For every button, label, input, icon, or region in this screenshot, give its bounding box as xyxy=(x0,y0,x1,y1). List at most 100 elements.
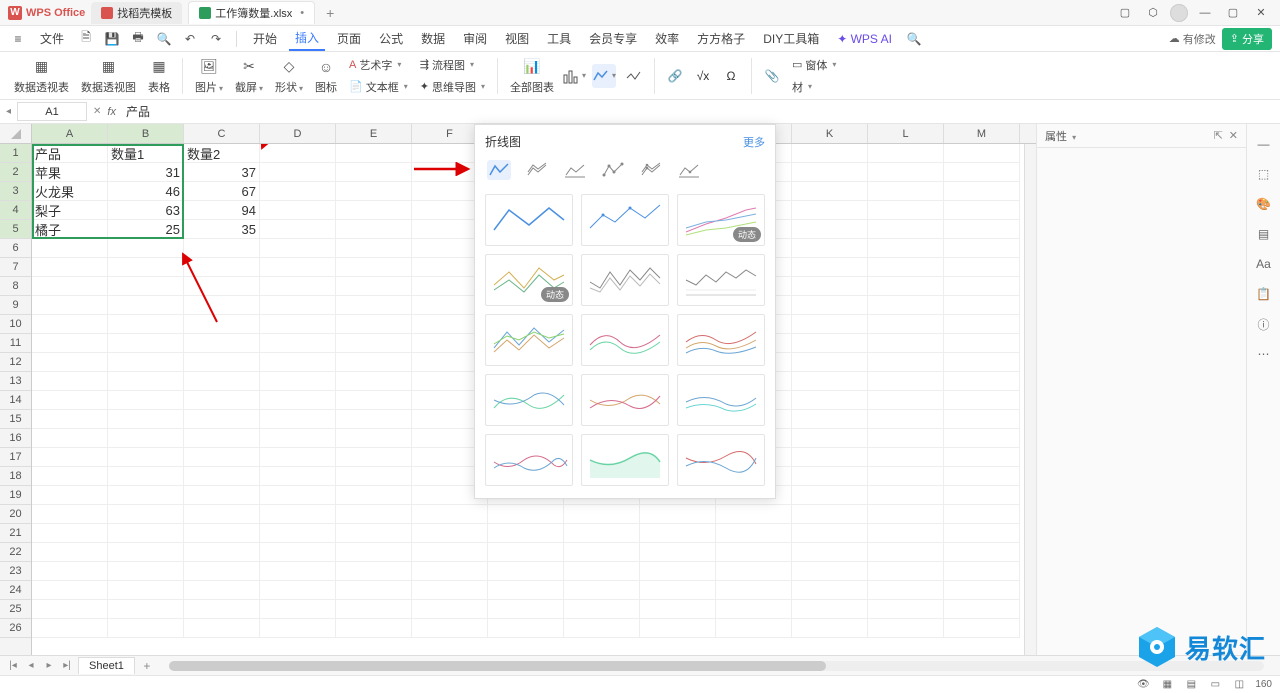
cell-D13[interactable] xyxy=(260,372,336,391)
row-header-20[interactable]: 20 xyxy=(0,505,31,524)
cell-L25[interactable] xyxy=(868,600,944,619)
cell-F21[interactable] xyxy=(412,524,488,543)
cell-B18[interactable] xyxy=(108,467,184,486)
cell-L17[interactable] xyxy=(868,448,944,467)
cell-F26[interactable] xyxy=(412,619,488,638)
cell-E9[interactable] xyxy=(336,296,412,315)
cell-D2[interactable] xyxy=(260,163,336,182)
window-layout-icon[interactable]: ▢ xyxy=(1114,4,1136,22)
cell-C3[interactable]: 67 xyxy=(184,182,260,201)
row-header-9[interactable]: 9 xyxy=(0,296,31,315)
cell-K23[interactable] xyxy=(792,562,868,581)
cell-B15[interactable] xyxy=(108,410,184,429)
cell-D5[interactable] xyxy=(260,220,336,239)
cell-L11[interactable] xyxy=(868,334,944,353)
cell-L4[interactable] xyxy=(868,201,944,220)
cell-A16[interactable] xyxy=(32,429,108,448)
cell-C26[interactable] xyxy=(184,619,260,638)
cell-B21[interactable] xyxy=(108,524,184,543)
cell-L26[interactable] xyxy=(868,619,944,638)
ribbon-pivot-table[interactable]: ▦ 数据透视表 xyxy=(10,57,73,95)
cell-K20[interactable] xyxy=(792,505,868,524)
row-header-25[interactable]: 25 xyxy=(0,600,31,619)
cell-M11[interactable] xyxy=(944,334,1020,353)
cell-B24[interactable] xyxy=(108,581,184,600)
cell-A9[interactable] xyxy=(32,296,108,315)
cell-L22[interactable] xyxy=(868,543,944,562)
cell-K11[interactable] xyxy=(792,334,868,353)
cell-M17[interactable] xyxy=(944,448,1020,467)
cell-M10[interactable] xyxy=(944,315,1020,334)
save-icon[interactable]: 💾 xyxy=(102,29,122,49)
cell-G23[interactable] xyxy=(488,562,564,581)
redo-icon[interactable]: ↷ xyxy=(206,29,226,49)
menu-page[interactable]: 页面 xyxy=(331,27,367,50)
cell-A11[interactable] xyxy=(32,334,108,353)
menu-hamburger-icon[interactable]: ≡ xyxy=(8,29,28,49)
cell-A3[interactable]: 火龙果 xyxy=(32,182,108,201)
cell-L12[interactable] xyxy=(868,353,944,372)
cell-M13[interactable] xyxy=(944,372,1020,391)
menu-member[interactable]: 会员专享 xyxy=(583,27,643,50)
cell-H25[interactable] xyxy=(564,600,640,619)
cell-E1[interactable] xyxy=(336,144,412,163)
cell-C2[interactable]: 37 xyxy=(184,163,260,182)
cell-B22[interactable] xyxy=(108,543,184,562)
line-percent-markers-icon[interactable] xyxy=(677,160,701,180)
cell-E11[interactable] xyxy=(336,334,412,353)
cell-K3[interactable] xyxy=(792,182,868,201)
chart-preset-12[interactable] xyxy=(677,374,765,426)
cell-K18[interactable] xyxy=(792,467,868,486)
cell-L20[interactable] xyxy=(868,505,944,524)
line-basic-icon[interactable] xyxy=(487,160,511,180)
row-header-21[interactable]: 21 xyxy=(0,524,31,543)
cell-M21[interactable] xyxy=(944,524,1020,543)
cell-B8[interactable] xyxy=(108,277,184,296)
cell-H21[interactable] xyxy=(564,524,640,543)
menu-data[interactable]: 数据 xyxy=(415,27,451,50)
cell-L3[interactable] xyxy=(868,182,944,201)
cell-E6[interactable] xyxy=(336,239,412,258)
cell-B12[interactable] xyxy=(108,353,184,372)
cell-A6[interactable] xyxy=(32,239,108,258)
row-header-16[interactable]: 16 xyxy=(0,429,31,448)
cell-I23[interactable] xyxy=(640,562,716,581)
row-header-12[interactable]: 12 xyxy=(0,353,31,372)
cell-F24[interactable] xyxy=(412,581,488,600)
cell-I24[interactable] xyxy=(640,581,716,600)
cell-A13[interactable] xyxy=(32,372,108,391)
cell-D25[interactable] xyxy=(260,600,336,619)
cell-M15[interactable] xyxy=(944,410,1020,429)
cell-C17[interactable] xyxy=(184,448,260,467)
cell-D4[interactable] xyxy=(260,201,336,220)
cell-B3[interactable]: 46 xyxy=(108,182,184,201)
cell-M26[interactable] xyxy=(944,619,1020,638)
cell-E23[interactable] xyxy=(336,562,412,581)
cell-A5[interactable]: 橘子 xyxy=(32,220,108,239)
cell-F25[interactable] xyxy=(412,600,488,619)
cell-M9[interactable] xyxy=(944,296,1020,315)
share-button[interactable]: ⇪ 分享 xyxy=(1222,28,1272,50)
row-header-15[interactable]: 15 xyxy=(0,410,31,429)
cell-E24[interactable] xyxy=(336,581,412,600)
cell-G25[interactable] xyxy=(488,600,564,619)
cell-A26[interactable] xyxy=(32,619,108,638)
cell-D15[interactable] xyxy=(260,410,336,429)
cell-E3[interactable] xyxy=(336,182,412,201)
cell-I21[interactable] xyxy=(640,524,716,543)
row-header-7[interactable]: 7 xyxy=(0,258,31,277)
row-header-5[interactable]: 5 xyxy=(0,220,31,239)
cell-E22[interactable] xyxy=(336,543,412,562)
cell-A17[interactable] xyxy=(32,448,108,467)
cell-A23[interactable] xyxy=(32,562,108,581)
cell-M5[interactable] xyxy=(944,220,1020,239)
chart-preset-13[interactable] xyxy=(485,434,573,486)
cell-C21[interactable] xyxy=(184,524,260,543)
cell-L9[interactable] xyxy=(868,296,944,315)
cell-L5[interactable] xyxy=(868,220,944,239)
cell-B13[interactable] xyxy=(108,372,184,391)
cell-A1[interactable]: 产品 xyxy=(32,144,108,163)
col-header-C[interactable]: C xyxy=(184,124,260,143)
chart-preset-9[interactable] xyxy=(677,314,765,366)
menu-ffgz[interactable]: 方方格子 xyxy=(691,27,751,50)
